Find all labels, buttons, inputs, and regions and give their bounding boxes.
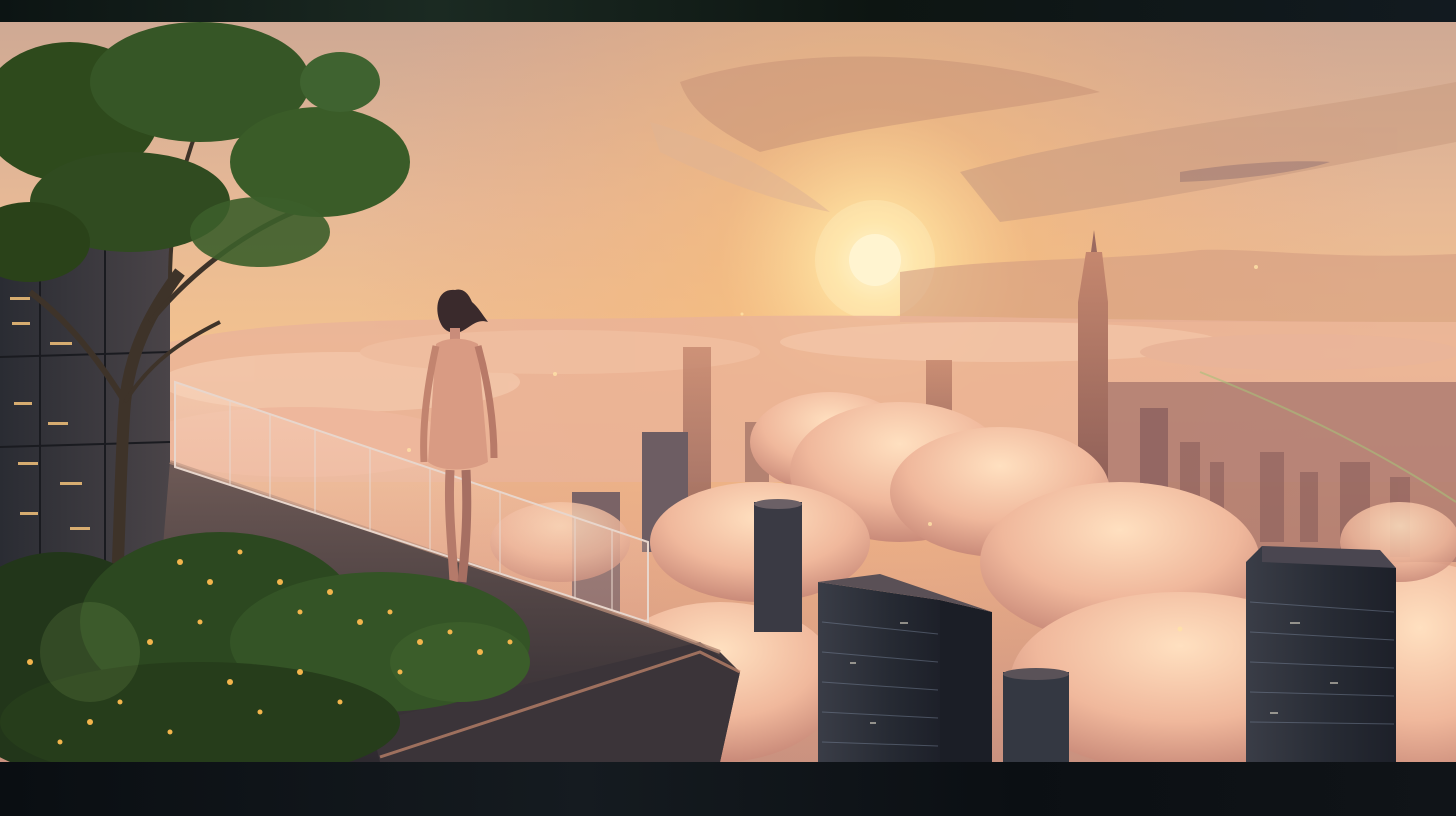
bottom-letterbox-bar <box>0 762 1456 816</box>
cylindrical-building <box>1003 672 1069 762</box>
center-office-building <box>818 582 940 762</box>
right-office-tower <box>1246 546 1396 762</box>
scene-svg <box>0 22 1456 762</box>
top-letterbox-bar <box>0 0 1456 22</box>
illustration-scene <box>0 22 1456 762</box>
